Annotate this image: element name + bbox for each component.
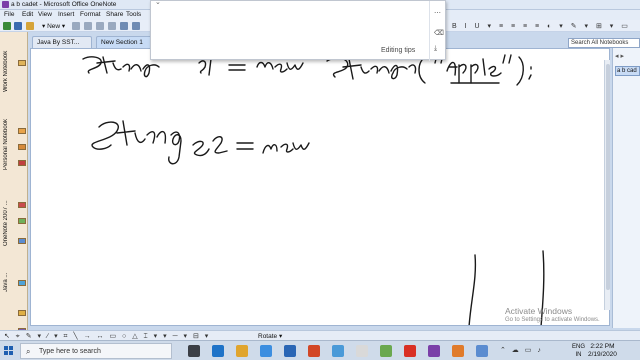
menu-view[interactable]: View [38,11,52,18]
notebook-navigation-bar: Work Notebook Personal Notebook OneNote … [0,32,28,344]
search-icon: ⌕ [26,347,31,356]
app-icon[interactable] [404,345,416,357]
editing-tips-popup: ⌄ ⋯ ⌫ ⤓ Editing tips [150,0,446,61]
personal-notebook-icon[interactable] [18,128,26,134]
task-view-icon[interactable] [188,345,200,357]
notebook-icon[interactable] [26,22,34,30]
paste-icon[interactable] [96,22,104,30]
java-notebook-icon[interactable] [18,280,26,286]
taskbar-search-input[interactable]: ⌕ Type here to search [20,343,172,359]
note-page-canvas[interactable] [30,48,610,326]
section-swatch-icon[interactable] [18,144,26,150]
scroll-thumb[interactable] [606,64,610,290]
notebook-onenote-2007[interactable]: OneNote 2007 ... [3,180,21,246]
rotate-button[interactable]: Rotate ▾ [258,332,282,340]
word-icon[interactable] [284,345,296,357]
system-tray-icons[interactable]: ⌃ ☁ ▭ ♪ [500,346,543,354]
pin-icon[interactable]: ⤓ [434,45,437,53]
clock[interactable]: 2:22 PM 2/19/2020 [588,343,617,359]
page-item-current[interactable]: a b cad [615,66,640,76]
language-indicator[interactable]: ENG IN [572,343,585,359]
page-list-pane: ◂ ▸ a b cad [612,48,640,328]
redo-icon[interactable] [132,22,140,30]
undo-icon[interactable] [120,22,128,30]
page-nav-icon[interactable]: ◂ ▸ [615,52,624,60]
app-icon[interactable] [332,345,344,357]
work-notebook-icon[interactable] [18,60,26,66]
chrome-icon[interactable] [356,345,368,357]
menu-insert[interactable]: Insert [58,11,74,18]
windows-start-icon[interactable] [4,346,14,356]
menu-tools[interactable]: Tools [126,11,141,18]
unfiled-notes-icon[interactable] [18,310,26,316]
drawing-toolbar: ↖ ⌖ ✎ ▾ ∕ ▾ ⌗ ╲ → ↔ ▭ ○ △ ⌶ ▾ ▾ ─ ▾ ⊟ ▾ … [0,330,640,340]
app-icon[interactable] [476,345,488,357]
tab-java-by-sst[interactable]: Java By SST... [32,36,92,48]
onenote-taskbar-icon[interactable] [428,345,440,357]
app-icon[interactable] [452,345,464,357]
cut-icon[interactable] [72,22,80,30]
section-swatch-icon[interactable] [18,218,26,224]
clock-time: 2:22 PM [590,343,615,350]
powerpoint-icon[interactable] [308,345,320,357]
edge-icon[interactable] [212,345,224,357]
search-input[interactable]: Search All Notebooks [568,38,640,48]
text-format-tools[interactable]: B I U ▾ ≡ ≡ ≡ ≡ ◐ ▾ ✎ ▾ ⊞ ▾ ▭ [452,22,631,30]
activate-windows-watermark: Activate Windows Go to Settings to activ… [505,306,600,323]
new-label: New [47,23,61,30]
back-icon[interactable] [3,22,11,30]
ink-drawing [82,54,545,325]
watermark-title: Activate Windows [505,306,573,316]
rotate-label: Rotate [258,333,278,340]
menu-share[interactable]: Share [106,11,123,18]
copy-icon[interactable] [84,22,92,30]
popup-grip-icon: ⌄ [155,0,161,6]
section-swatch-icon[interactable] [18,160,26,166]
menu-format[interactable]: Format [80,11,101,18]
windows-taskbar: ⌕ Type here to search ⌃ ☁ ▭ ♪ ENG IN 2:2… [0,340,640,360]
file-explorer-icon[interactable] [236,345,248,357]
more-options-icon[interactable]: ⋯ [434,9,441,17]
clock-date: 2/19/2020 [588,351,617,358]
region-code: IN [575,352,582,358]
forward-icon[interactable] [14,22,22,30]
notebook-work[interactable]: Work Notebook [3,42,21,92]
popup-side-controls: ⋯ ⌫ ⤓ [429,1,445,61]
store-icon[interactable] [260,345,272,357]
onenote-icon [2,1,9,8]
menu-edit[interactable]: Edit [22,11,33,18]
taskbar-search-placeholder: Type here to search [39,348,101,355]
menu-file[interactable]: File [4,11,14,18]
language-code: ENG [572,344,586,350]
app-icon[interactable] [380,345,392,357]
window-title: a b cadet - Microsoft Office OneNote [11,1,117,8]
vertical-scrollbar[interactable] [604,60,610,310]
notebook-java[interactable]: Java ... [3,262,21,292]
editing-tips-link[interactable]: Editing tips [381,47,415,54]
section-swatch-icon[interactable] [18,238,26,244]
format-painter-icon[interactable] [108,22,116,30]
onenote-2007-notebook-icon[interactable] [18,202,26,208]
close-icon[interactable]: ⌫ [434,29,444,37]
watermark-subtitle: Go to Settings to activate Windows. [505,317,600,323]
new-page-button[interactable]: ▾ New ▾ [42,22,65,30]
